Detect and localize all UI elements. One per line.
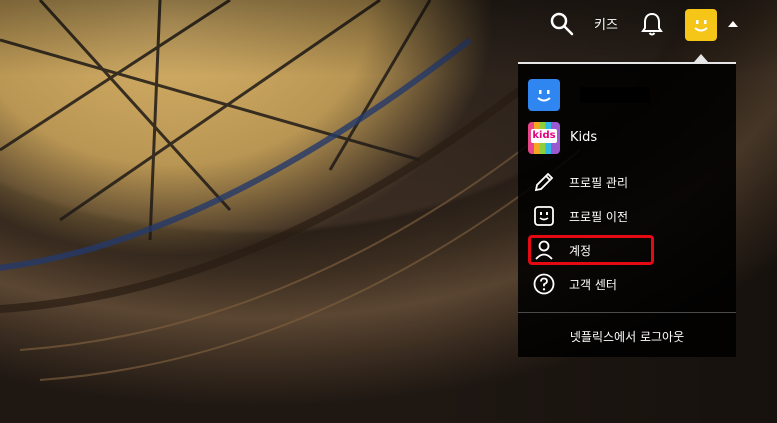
menu-item-help-center[interactable]: 고객 센터 (528, 269, 728, 299)
profile-dropdown-menu: kids Kids 프로필 관리 프로필 이전 계정 고객 센터 넷플릭스에서 … (518, 62, 736, 357)
notifications-button[interactable] (640, 11, 664, 37)
menu-item-label: 프로필 관리 (569, 176, 629, 190)
profile-name: Kids (570, 130, 598, 145)
kids-link[interactable]: 키즈 (594, 14, 618, 33)
search-button[interactable] (548, 10, 576, 38)
redacted-name-block (580, 87, 650, 103)
menu-divider (518, 312, 736, 313)
menu-item-manage-profiles[interactable]: 프로필 관리 (528, 167, 728, 197)
profile-item-primary[interactable] (528, 79, 728, 111)
account-highlight-outline (528, 235, 654, 265)
menu-item-label: 프로필 이전 (569, 210, 629, 224)
dropdown-pointer (694, 54, 708, 62)
help-icon (533, 273, 555, 295)
kids-avatar-icon: kids (528, 122, 560, 154)
smiley-avatar-icon (694, 20, 708, 32)
pencil-icon (534, 172, 554, 192)
smiley-avatar-icon (528, 79, 560, 111)
sign-out-link[interactable]: 넷플릭스에서 로그아웃 (518, 328, 736, 345)
profile-transfer-icon (534, 206, 554, 226)
menu-item-label: 고객 센터 (569, 278, 617, 292)
kids-badge: kids (531, 129, 557, 143)
menu-item-profile-transfer[interactable]: 프로필 이전 (528, 201, 728, 231)
profile-menu-button[interactable] (685, 9, 717, 41)
profile-item-kids[interactable]: kids Kids (528, 122, 728, 154)
caret-up-icon[interactable] (728, 21, 738, 27)
top-navigation: 키즈 (0, 0, 777, 50)
search-icon (550, 12, 574, 36)
bell-icon (641, 12, 663, 36)
